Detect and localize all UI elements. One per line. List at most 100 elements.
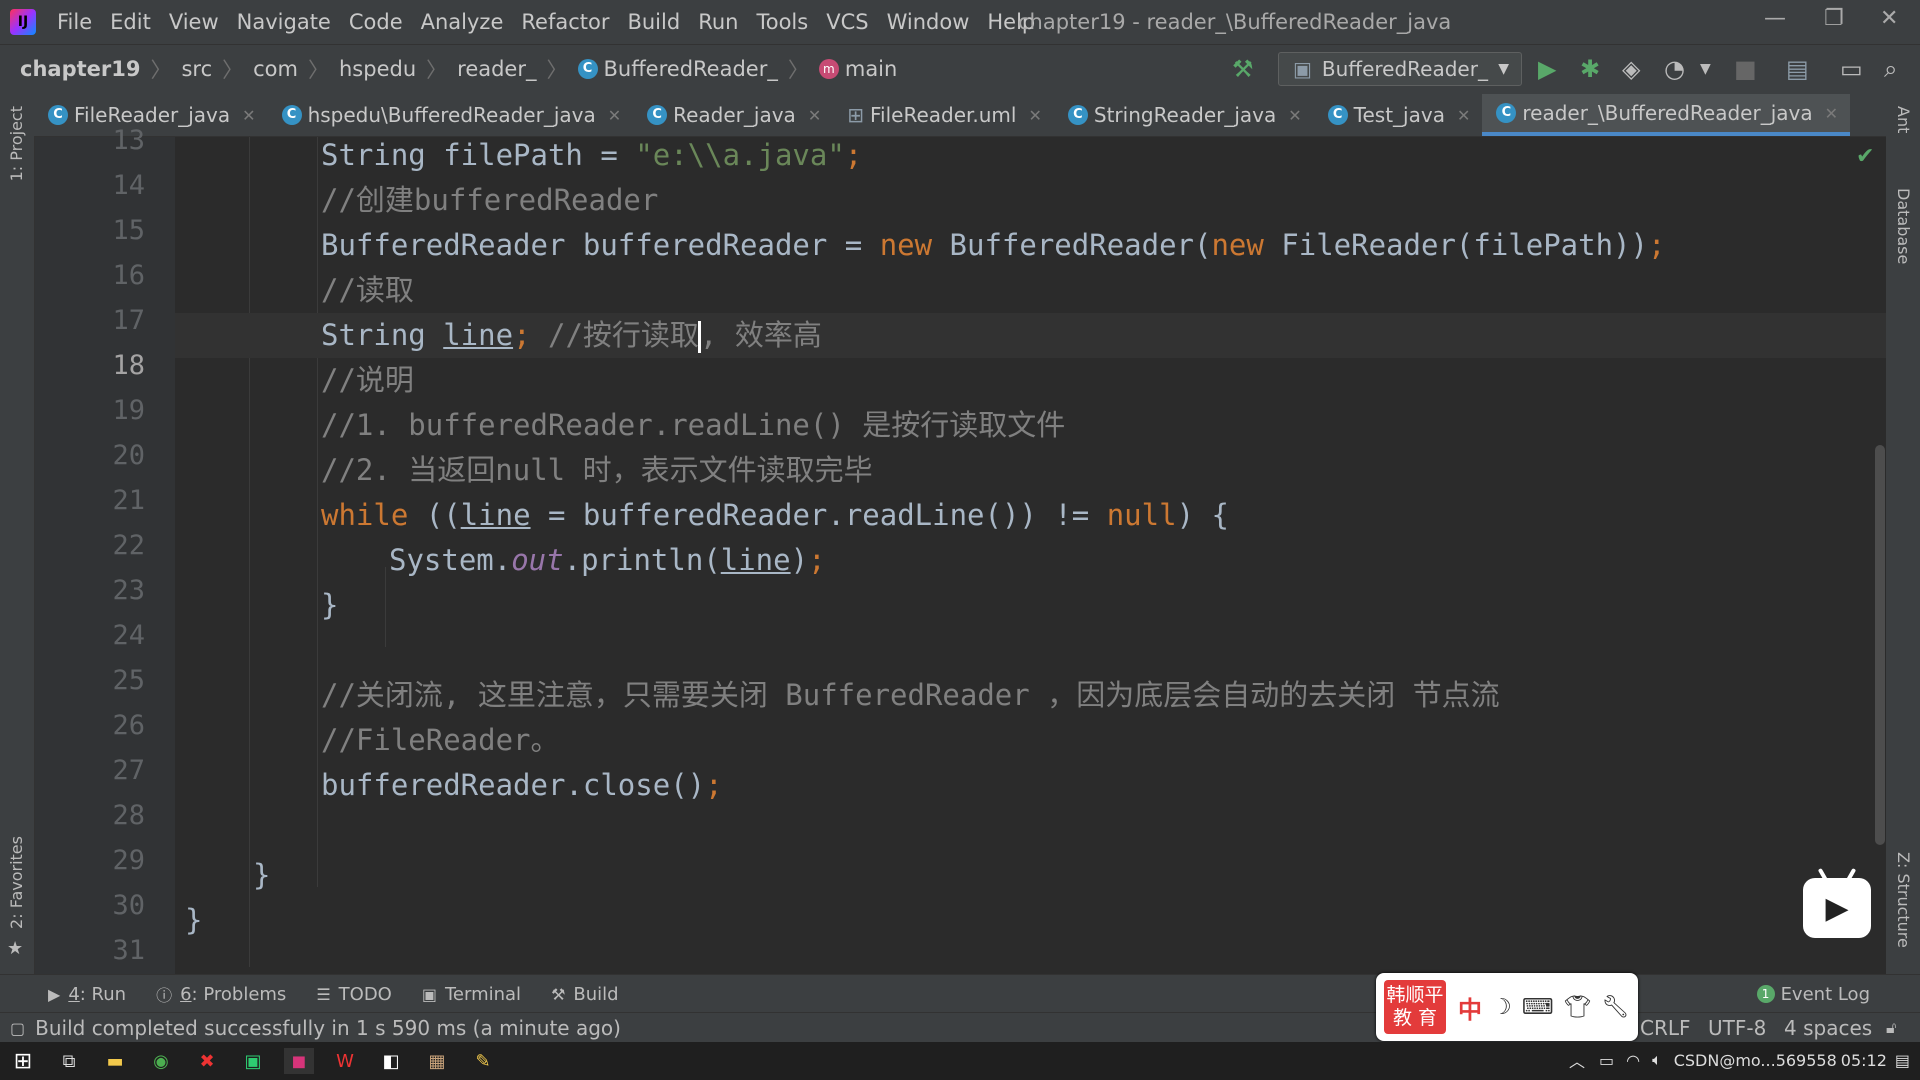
line-number: 31 [112, 935, 145, 966]
menu-vcs[interactable]: VCS [817, 10, 877, 34]
indent-guide [317, 137, 318, 887]
restore-icon[interactable]: ❐ [1824, 6, 1844, 31]
structure-panel-tab[interactable]: Z: Structure [1894, 852, 1913, 948]
build-hammer-icon[interactable]: ⚒ [1232, 55, 1254, 83]
volume-icon[interactable]: 🔈︎ [1652, 1050, 1662, 1070]
chevron-up-icon[interactable]: ︿ [1569, 1048, 1585, 1072]
project-panel-tab[interactable]: 1: Project [7, 106, 26, 181]
clock[interactable]: 05:12 [1841, 1051, 1887, 1070]
menu-navigate[interactable]: Navigate [228, 10, 340, 34]
breadcrumb-com[interactable]: com [247, 57, 304, 81]
coverage-icon[interactable]: ◈ [1622, 55, 1640, 83]
xmind-icon[interactable]: ✖ [192, 1048, 222, 1074]
intellij-taskbar-icon[interactable]: ◼ [284, 1048, 314, 1074]
task-view-icon[interactable]: ⧉ [54, 1048, 84, 1074]
wrench-icon[interactable]: 🔧︎ [1601, 995, 1629, 1020]
database-panel-tab[interactable]: Database [1894, 188, 1913, 264]
close-tab-icon[interactable]: ✕ [608, 106, 621, 125]
close-tab-icon[interactable]: ✕ [242, 106, 255, 125]
menu-file[interactable]: File [48, 10, 101, 34]
app-icon[interactable]: ▦ [422, 1048, 452, 1074]
tab-reader-bufferedreader[interactable]: Creader_\BufferedReader_java ✕ [1482, 94, 1851, 136]
tab-filereader[interactable]: C FileReader_java ✕ [34, 94, 268, 136]
run-icon[interactable]: ▶ [1538, 55, 1556, 83]
close-tab-icon[interactable]: ✕ [808, 106, 821, 125]
skin-icon[interactable]: 👕︎ [1564, 995, 1592, 1020]
battery-icon[interactable]: ▭ [1599, 1051, 1614, 1070]
line-separator-indicator[interactable]: CRLF [1640, 1016, 1691, 1040]
tab-test[interactable]: C Test_java ✕ [1314, 94, 1483, 136]
tab-stringreader[interactable]: C StringReader_java ✕ [1054, 94, 1314, 136]
menu-code[interactable]: Code [340, 10, 412, 34]
menu-tools[interactable]: Tools [747, 10, 817, 34]
favorites-panel-tab[interactable]: 2: Favorites [7, 836, 26, 929]
token-string: "e:\\a.java" [635, 138, 845, 172]
stop-icon[interactable]: ■ [1734, 55, 1757, 83]
notification-icon[interactable]: ▤ [1895, 1051, 1910, 1070]
token: ) { [1176, 498, 1229, 532]
tab-reader[interactable]: C Reader_java ✕ [633, 94, 833, 136]
close-tab-icon[interactable]: ✕ [1457, 106, 1470, 125]
ime-mode[interactable]: 中 [1458, 990, 1482, 1025]
menu-run[interactable]: Run [689, 10, 747, 34]
close-icon[interactable]: ✕ [1880, 6, 1898, 31]
project-structure-icon[interactable]: ▤ [1786, 55, 1809, 83]
profile-icon[interactable]: ◔ [1664, 55, 1685, 83]
indent-indicator[interactable]: 4 spaces [1784, 1016, 1872, 1040]
menu-build[interactable]: Build [618, 10, 689, 34]
todo-tool-button[interactable]: ☰ TODO [316, 984, 392, 1005]
indent-guide [385, 567, 386, 647]
tab-filereader-uml[interactable]: ⊞ FileReader.uml ✕ [833, 94, 1054, 136]
keyboard-icon[interactable]: ⌨ [1522, 995, 1554, 1020]
chrome-icon[interactable]: ◉ [146, 1048, 176, 1074]
close-tab-icon[interactable]: ✕ [1288, 106, 1301, 125]
menu-view[interactable]: View [160, 10, 228, 34]
menu-refactor[interactable]: Refactor [512, 10, 618, 34]
close-tab-icon[interactable]: ✕ [1028, 106, 1041, 125]
minimize-icon[interactable]: — [1764, 6, 1786, 31]
debug-icon[interactable]: ✱ [1580, 55, 1600, 83]
breadcrumb-reader[interactable]: reader_ [451, 57, 542, 81]
wps-icon[interactable]: W [330, 1048, 360, 1074]
app-icon[interactable]: ▣ [238, 1048, 268, 1074]
profile-dropdown-icon[interactable]: ▼ [1700, 61, 1711, 77]
breadcrumb-class[interactable]: C BufferedReader_ [572, 57, 784, 81]
token-semicolon: ; [513, 318, 531, 352]
breadcrumb-method[interactable]: m main [813, 57, 903, 81]
event-log-button[interactable]: 1 Event Log [1756, 984, 1870, 1005]
lock-icon[interactable]: 🔓︎ [1886, 1018, 1896, 1038]
code-line-19: //说明 [321, 363, 414, 397]
line-number: 24 [112, 620, 145, 651]
token: (( [408, 498, 461, 532]
presentation-icon[interactable]: ▭ [1840, 55, 1863, 83]
breadcrumb-project[interactable]: chapter19 [0, 57, 146, 81]
breadcrumb-hspedu[interactable]: hspedu [333, 57, 422, 81]
search-icon[interactable]: ⌕ [1884, 55, 1897, 83]
app-icon[interactable]: ◧ [376, 1048, 406, 1074]
windows-start-icon[interactable]: ⊞ [8, 1048, 38, 1074]
build-tool-button[interactable]: ⚒ Build [551, 984, 619, 1005]
app-icon[interactable]: ✎ [468, 1048, 498, 1074]
wifi-icon[interactable]: ◠ [1626, 1051, 1640, 1070]
status-panel-icon[interactable]: ▢ [10, 1019, 25, 1038]
token-field: out [511, 543, 564, 577]
breadcrumb-src[interactable]: src [175, 57, 218, 81]
moon-icon[interactable]: ☽ [1492, 995, 1512, 1020]
ant-panel-tab[interactable]: Ant [1894, 106, 1913, 133]
code-editor[interactable]: String filePath = "e:\\a.java"; //创建buff… [175, 137, 1886, 974]
menu-edit[interactable]: Edit [101, 10, 160, 34]
run-configuration-dropdown[interactable]: ▣ BufferedReader_ ▼ [1278, 52, 1522, 86]
run-tool-button[interactable]: ▶ 4: Run [48, 984, 126, 1005]
tab-label: FileReader.uml [869, 103, 1017, 127]
file-explorer-icon[interactable]: ▬ [100, 1048, 130, 1074]
problems-tool-button[interactable]: ⓘ 6: Problems [156, 982, 286, 1006]
encoding-indicator[interactable]: UTF-8 [1708, 1016, 1766, 1040]
menu-analyze[interactable]: Analyze [412, 10, 513, 34]
close-tab-icon[interactable]: ✕ [1825, 104, 1838, 123]
tab-hspedu-bufferedreader[interactable]: Chspedu\BufferedReader_java ✕ [268, 94, 634, 136]
terminal-tool-button[interactable]: ▣ Terminal [422, 984, 521, 1005]
run-config-label: BufferedReader_ [1321, 57, 1488, 81]
editor-scrollbar[interactable] [1875, 445, 1885, 845]
menu-window[interactable]: Window [878, 10, 979, 34]
chevron-right-icon: 〉 [308, 58, 329, 82]
